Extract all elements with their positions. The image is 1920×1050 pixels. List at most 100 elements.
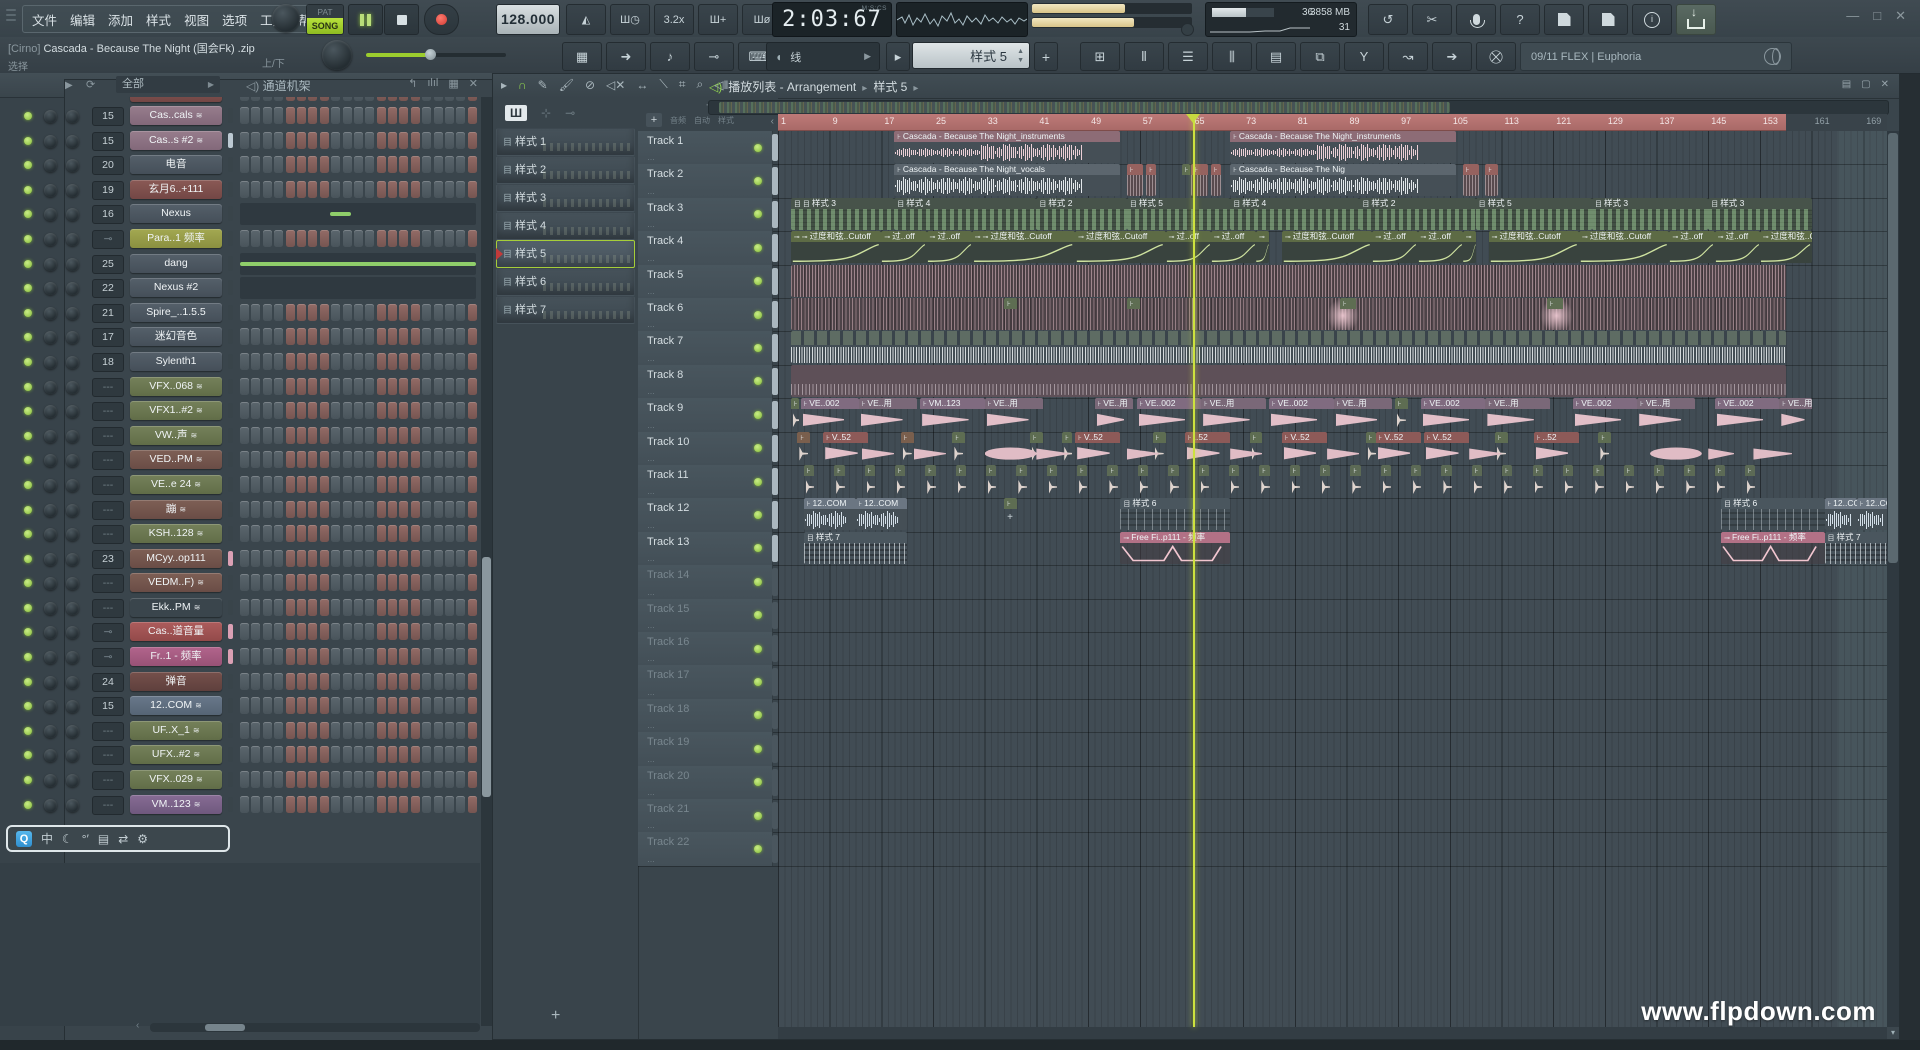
track-lane[interactable] bbox=[778, 599, 1887, 632]
step-cell[interactable] bbox=[468, 378, 477, 395]
step-cell[interactable] bbox=[456, 599, 465, 616]
clip-m11[interactable]: ⊦ bbox=[1047, 465, 1057, 497]
clip-m10r[interactable]: ⊦V..52 bbox=[1075, 432, 1120, 464]
track-led[interactable] bbox=[754, 611, 762, 619]
step-cell[interactable] bbox=[422, 107, 431, 124]
clip-m9g[interactable]: ⊦ bbox=[791, 398, 799, 430]
track-header[interactable]: Track 16… bbox=[638, 632, 773, 665]
step-cell[interactable] bbox=[468, 427, 477, 444]
track-header[interactable]: Track 17… bbox=[638, 665, 773, 698]
clip-m11[interactable]: ⊦ bbox=[1441, 465, 1451, 497]
track-led[interactable] bbox=[754, 444, 762, 452]
step-cell[interactable] bbox=[399, 476, 408, 493]
step-cell[interactable] bbox=[343, 697, 352, 714]
step-cell[interactable] bbox=[240, 722, 249, 739]
channel-led[interactable] bbox=[24, 702, 32, 710]
step-cell[interactable] bbox=[434, 353, 443, 370]
clip-patG[interactable]: 目样式 2 bbox=[1036, 198, 1126, 230]
pan-knob[interactable] bbox=[44, 110, 57, 123]
volume-knob[interactable] bbox=[66, 184, 79, 197]
track-header[interactable]: Track 4… bbox=[638, 231, 773, 264]
delete-icon[interactable]: ⊘ bbox=[585, 78, 595, 92]
step-cell[interactable] bbox=[297, 132, 306, 149]
step-cell[interactable] bbox=[263, 722, 272, 739]
channel-led[interactable] bbox=[24, 604, 32, 612]
step-cell[interactable] bbox=[274, 402, 283, 419]
channel-filter-dropdown[interactable]: 全部▶ bbox=[116, 76, 220, 93]
help-icon[interactable]: ? bbox=[1500, 4, 1540, 35]
step-cell[interactable] bbox=[263, 574, 272, 591]
step-cell[interactable] bbox=[263, 353, 272, 370]
step-cell[interactable] bbox=[434, 181, 443, 198]
pan-knob[interactable] bbox=[44, 651, 57, 664]
step-cell[interactable] bbox=[297, 673, 306, 690]
mixer-track-number[interactable]: --- bbox=[92, 599, 124, 618]
clip-autO[interactable]: ⊸过度和弦..Cutoff bbox=[1282, 231, 1372, 263]
step-cell[interactable] bbox=[251, 230, 260, 247]
step-cell[interactable] bbox=[399, 599, 408, 616]
mixer-track-number[interactable]: --- bbox=[92, 771, 124, 790]
step-cell[interactable] bbox=[331, 476, 340, 493]
step-cell[interactable] bbox=[354, 648, 363, 665]
step-cell[interactable] bbox=[274, 796, 283, 813]
step-cell[interactable] bbox=[388, 427, 397, 444]
track-header[interactable]: Track 21… bbox=[638, 799, 773, 832]
slide-icon[interactable]: ☾ bbox=[62, 832, 73, 846]
step-cell[interactable] bbox=[331, 648, 340, 665]
step-cell[interactable] bbox=[388, 648, 397, 665]
step-cell[interactable] bbox=[411, 304, 420, 321]
step-cell[interactable] bbox=[251, 525, 260, 542]
channel-select-strip[interactable] bbox=[228, 649, 233, 664]
step-cell[interactable] bbox=[274, 476, 283, 493]
step-cell[interactable] bbox=[456, 328, 465, 345]
step-cell[interactable] bbox=[320, 697, 329, 714]
step-cell[interactable] bbox=[399, 353, 408, 370]
clip-autO[interactable]: ⊸过..off bbox=[1715, 231, 1760, 263]
step-cell[interactable] bbox=[331, 673, 340, 690]
track-header[interactable]: Track 9… bbox=[638, 398, 773, 431]
channel-led[interactable] bbox=[24, 284, 32, 292]
step-cell[interactable] bbox=[320, 722, 329, 739]
channel-button[interactable]: VW..声≋ bbox=[130, 426, 222, 445]
step-cell[interactable] bbox=[468, 107, 477, 124]
close-icon[interactable]: ✕ bbox=[1881, 79, 1889, 90]
clip-m11[interactable]: ⊦ bbox=[1502, 465, 1512, 497]
step-cell[interactable] bbox=[286, 673, 295, 690]
step-cell[interactable] bbox=[286, 378, 295, 395]
clip-fragB[interactable]: ⊦ bbox=[1004, 298, 1017, 330]
clip-m11[interactable]: ⊦ bbox=[1016, 465, 1026, 497]
step-cell[interactable] bbox=[365, 623, 374, 640]
step-cell[interactable] bbox=[388, 599, 397, 616]
step-cell[interactable] bbox=[456, 156, 465, 173]
step-cell[interactable] bbox=[445, 574, 454, 591]
channel-led[interactable] bbox=[24, 383, 32, 391]
step-cell[interactable] bbox=[399, 574, 408, 591]
dots-icon[interactable]: °′ bbox=[82, 832, 89, 846]
step-cell[interactable] bbox=[456, 746, 465, 763]
step-cell[interactable] bbox=[320, 476, 329, 493]
step-cell[interactable] bbox=[308, 427, 317, 444]
volume-knob[interactable] bbox=[66, 602, 79, 615]
clip-dk10[interactable] bbox=[985, 446, 1037, 462]
clip-m11[interactable]: ⊦ bbox=[1411, 465, 1421, 497]
patterns-tab-icon[interactable]: Ш bbox=[505, 105, 527, 121]
track-led[interactable] bbox=[754, 277, 762, 285]
volume-knob[interactable] bbox=[66, 282, 79, 295]
step-cell[interactable] bbox=[456, 550, 465, 567]
step-cell[interactable] bbox=[251, 427, 260, 444]
track-led[interactable] bbox=[754, 745, 762, 753]
step-cell[interactable] bbox=[320, 328, 329, 345]
step-cell[interactable] bbox=[399, 107, 408, 124]
channel-select-strip[interactable] bbox=[228, 256, 233, 271]
step-cell[interactable] bbox=[377, 156, 386, 173]
step-cell[interactable] bbox=[251, 673, 260, 690]
slip-icon[interactable]: ↔ bbox=[636, 78, 648, 92]
step-cell[interactable] bbox=[286, 623, 295, 640]
step-cell[interactable] bbox=[297, 746, 306, 763]
step-cell[interactable] bbox=[377, 378, 386, 395]
step-cell[interactable] bbox=[365, 525, 374, 542]
step-cell[interactable] bbox=[343, 353, 352, 370]
clip-m11[interactable]: ⊦ bbox=[895, 465, 905, 497]
pan-knob[interactable] bbox=[44, 233, 57, 246]
step-cell[interactable] bbox=[456, 501, 465, 518]
